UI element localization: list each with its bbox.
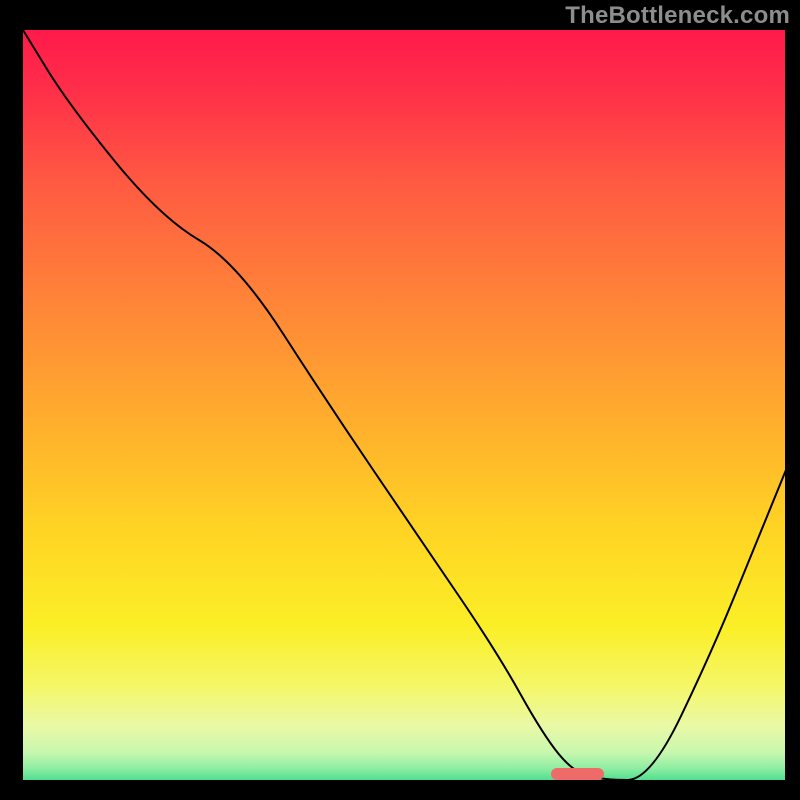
x-axis-border (0, 780, 800, 800)
watermark-text: TheBottleneck.com (565, 2, 790, 30)
bottleneck-curve (23, 30, 788, 780)
chart-frame: TheBottleneck.com (0, 0, 800, 800)
optimal-range-marker (551, 768, 605, 780)
plot-area (20, 30, 788, 783)
y-axis-border (0, 0, 20, 800)
plot-inner (23, 30, 788, 780)
frame-border-right (785, 0, 800, 800)
